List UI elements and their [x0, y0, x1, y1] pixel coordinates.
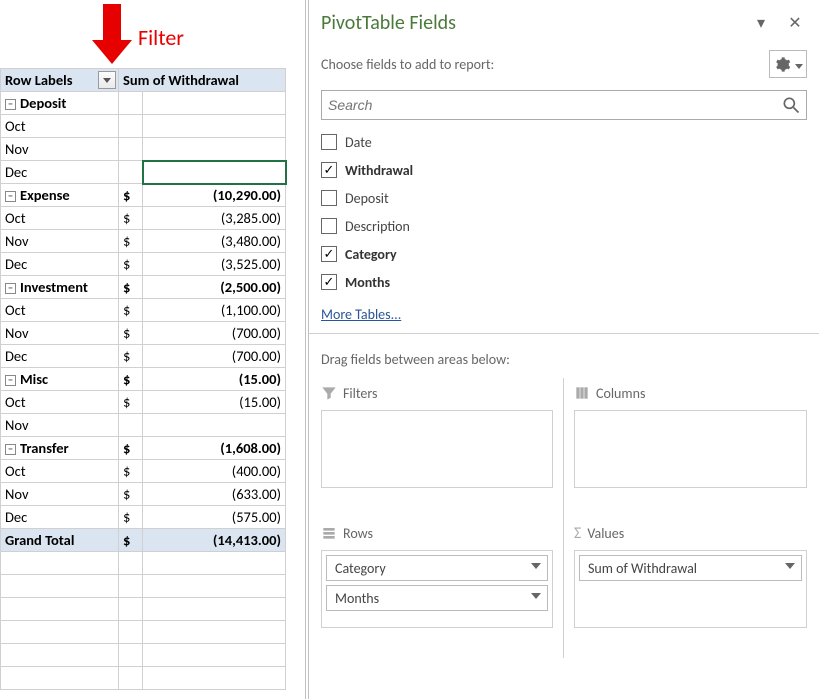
- field-label: Deposit: [345, 190, 389, 207]
- checkbox[interactable]: [321, 190, 337, 206]
- grand-total-label: Grand Total: [1, 529, 119, 552]
- area-filters[interactable]: Filters: [321, 378, 564, 518]
- field-label: Category: [345, 246, 397, 263]
- list-item[interactable]: Oct: [1, 207, 119, 230]
- choose-fields-label: Choose fields to add to report:: [321, 56, 494, 73]
- pane-header: PivotTable Fields ▾ ✕: [309, 0, 819, 40]
- list-item[interactable]: Nov: [1, 138, 119, 161]
- area-values[interactable]: Σ Values Sum of Withdrawal: [564, 518, 807, 658]
- field-description[interactable]: Description: [321, 212, 807, 240]
- list-item[interactable]: Oct: [1, 391, 119, 414]
- area-title: Values: [587, 525, 624, 542]
- drop-item-label: Category: [335, 560, 386, 577]
- checkbox[interactable]: [321, 134, 337, 150]
- collapse-icon[interactable]: −: [5, 444, 16, 455]
- list-item[interactable]: Dec: [1, 161, 119, 184]
- field-label: Description: [345, 218, 410, 235]
- drag-fields-label: Drag fields between areas below:: [309, 347, 819, 378]
- collapse-icon[interactable]: −: [5, 99, 16, 110]
- annotation-label: Filter: [138, 24, 184, 51]
- columns-icon: [574, 385, 590, 401]
- annotation-arrow: [92, 4, 132, 70]
- collapse-icon[interactable]: −: [5, 191, 16, 202]
- cat-label: Transfer: [20, 439, 69, 457]
- list-item[interactable]: Dec: [1, 506, 119, 529]
- chevron-down-icon[interactable]: [785, 563, 795, 569]
- search-icon: [781, 95, 801, 115]
- field-months[interactable]: Months: [321, 268, 807, 296]
- row-field-months[interactable]: Months: [326, 585, 548, 611]
- chevron-down-icon: [793, 56, 803, 73]
- worksheet-area: Filter Row Labels Sum of Withdrawal −Dep…: [0, 0, 306, 699]
- list-item[interactable]: Oct: [1, 299, 119, 322]
- pane-subtitle-row: Choose fields to add to report:: [309, 40, 819, 84]
- field-date[interactable]: Date: [321, 128, 807, 156]
- collapse-icon[interactable]: −: [5, 283, 16, 294]
- more-tables-link[interactable]: More Tables...: [321, 306, 401, 323]
- close-icon[interactable]: ✕: [783, 11, 807, 35]
- chevron-down-icon[interactable]: [531, 563, 541, 569]
- sigma-icon: Σ: [574, 524, 581, 543]
- grand-total-value: (14,413.00): [143, 529, 286, 552]
- search-wrap: [321, 90, 807, 120]
- header-row-labels[interactable]: Row Labels: [1, 69, 119, 92]
- field-deposit[interactable]: Deposit: [321, 184, 807, 212]
- list-item[interactable]: Dec: [1, 345, 119, 368]
- header-row-labels-text: Row Labels: [5, 71, 72, 89]
- selected-cell[interactable]: [143, 161, 286, 184]
- area-title: Rows: [343, 525, 373, 542]
- area-title: Columns: [596, 385, 645, 402]
- checkbox[interactable]: [321, 274, 337, 290]
- checkbox[interactable]: [321, 218, 337, 234]
- cat-label: Investment: [20, 278, 88, 296]
- area-rows[interactable]: Rows Category Months: [321, 518, 564, 658]
- field-label: Withdrawal: [345, 162, 413, 179]
- cat-label: Expense: [20, 186, 70, 204]
- area-columns[interactable]: Columns: [564, 378, 807, 518]
- list-item[interactable]: Oct: [1, 115, 119, 138]
- chevron-down-icon[interactable]: [531, 593, 541, 599]
- area-values-body[interactable]: Sum of Withdrawal: [574, 550, 807, 628]
- pivot-table[interactable]: Row Labels Sum of Withdrawal −Deposit Oc…: [0, 68, 286, 690]
- drop-item-label: Sum of Withdrawal: [588, 560, 697, 577]
- row-field-category[interactable]: Category: [326, 555, 548, 581]
- search-input[interactable]: [321, 90, 807, 120]
- field-list: Date Withdrawal Deposit Description Cate…: [321, 128, 807, 296]
- list-item[interactable]: Nov: [1, 483, 119, 506]
- field-label: Months: [345, 274, 390, 291]
- gear-icon: [774, 56, 791, 73]
- areas-grid: Filters Columns Rows Category Months Σ Va…: [321, 378, 807, 658]
- filter-icon: [321, 385, 337, 401]
- field-label: Date: [345, 134, 372, 151]
- list-item[interactable]: Nov: [1, 230, 119, 253]
- checkbox[interactable]: [321, 162, 337, 178]
- area-filters-body[interactable]: [321, 410, 553, 488]
- pivottable-fields-pane: PivotTable Fields ▾ ✕ Choose fields to a…: [308, 0, 819, 699]
- collapse-icon[interactable]: −: [5, 375, 16, 386]
- area-rows-body[interactable]: Category Months: [321, 550, 553, 628]
- row-labels-filter-button[interactable]: [98, 71, 116, 89]
- checkbox[interactable]: [321, 246, 337, 262]
- pane-title: PivotTable Fields: [321, 11, 739, 35]
- drop-item-label: Months: [335, 590, 379, 607]
- cat-label: Deposit: [20, 94, 66, 112]
- rows-icon: [321, 525, 337, 541]
- divider: [309, 333, 819, 347]
- list-item[interactable]: Nov: [1, 414, 119, 437]
- field-category[interactable]: Category: [321, 240, 807, 268]
- area-columns-body[interactable]: [574, 410, 807, 488]
- list-item[interactable]: Nov: [1, 322, 119, 345]
- area-title: Filters: [343, 385, 377, 402]
- field-withdrawal[interactable]: Withdrawal: [321, 156, 807, 184]
- value-field-sum-withdrawal[interactable]: Sum of Withdrawal: [579, 555, 802, 581]
- pane-dropdown-button[interactable]: ▾: [749, 11, 773, 35]
- tools-button[interactable]: [769, 50, 807, 78]
- header-sum-withdrawal[interactable]: Sum of Withdrawal: [119, 69, 286, 92]
- list-item[interactable]: Dec: [1, 253, 119, 276]
- list-item[interactable]: Oct: [1, 460, 119, 483]
- cat-label: Misc: [20, 370, 48, 388]
